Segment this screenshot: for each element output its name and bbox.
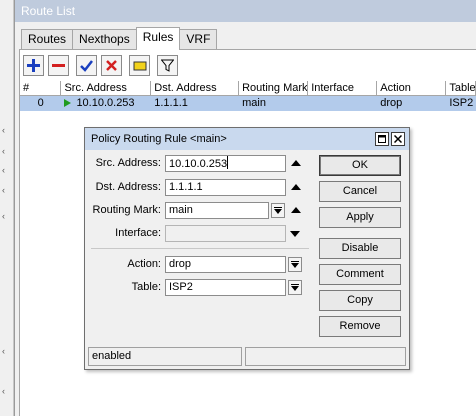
dialog-title-bar[interactable]: Policy Routing Rule <main>: [85, 128, 409, 150]
chevron-down-icon: [274, 206, 282, 214]
chevron-down-icon: [291, 283, 299, 291]
row-src-value: 10.10.0.253: [76, 97, 135, 109]
tab-vrf[interactable]: VRF: [179, 29, 218, 50]
table-header: # Src. Address Dst. Address Routing Mark…: [20, 81, 476, 96]
table-label: Table:: [131, 281, 161, 293]
apply-button[interactable]: Apply: [319, 207, 401, 228]
chevron-down-icon: [290, 230, 300, 237]
routing-mark-row: Routing Mark:: [85, 202, 161, 219]
left-edge-tick: ‹: [2, 125, 5, 135]
column-header-table[interactable]: Table: [446, 81, 476, 96]
routing-mark-label: Routing Mark:: [92, 204, 161, 216]
disable-rule-button[interactable]: Disable: [319, 238, 401, 259]
dst-address-field[interactable]: 1.1.1.1: [165, 179, 286, 196]
text-caret: [227, 156, 229, 169]
maximize-button[interactable]: [375, 132, 389, 146]
left-edge-tick: ‹: [2, 346, 5, 356]
x-icon: [106, 60, 117, 71]
status-enabled: enabled: [88, 347, 242, 366]
src-address-field[interactable]: 10.10.0.253: [165, 155, 286, 172]
left-edge-tick: ‹: [2, 146, 5, 156]
dialog-title-buttons: [375, 132, 405, 146]
left-edge-tick: ‹: [2, 165, 5, 175]
policy-routing-rule-dialog: Policy Routing Rule <main> Src. Address:…: [84, 127, 410, 370]
dst-address-row: Dst. Address:: [85, 179, 161, 196]
tab-strip: Routes Nexthops Rules VRF: [21, 27, 218, 50]
column-header-src-address[interactable]: Src. Address: [61, 81, 152, 96]
tab-nexthops[interactable]: Nexthops: [72, 29, 137, 50]
cancel-button[interactable]: Cancel: [319, 181, 401, 202]
check-icon: [80, 60, 93, 72]
routing-mark-select[interactable]: main: [165, 202, 269, 219]
chevron-down-icon: [291, 260, 299, 268]
tab-routes[interactable]: Routes: [21, 29, 74, 50]
table-row[interactable]: 0 10.10.0.253 1.1.1.1 main drop ISP2: [20, 96, 476, 111]
row-action: drop: [380, 97, 403, 109]
table-row-field: Table:: [85, 279, 161, 296]
remove-rule-button[interactable]: Remove: [319, 316, 401, 337]
column-header-routing-mark[interactable]: Routing Mark: [239, 81, 309, 96]
table-select[interactable]: ISP2: [165, 279, 286, 296]
interface-dropdown-button[interactable]: [288, 226, 302, 241]
src-address-collapse-icon[interactable]: [291, 160, 301, 166]
comment-button[interactable]: [129, 55, 150, 76]
comment-icon: [133, 61, 146, 70]
action-dropdown-button[interactable]: [288, 257, 302, 272]
dst-address-label: Dst. Address:: [95, 181, 161, 193]
routing-mark-collapse-icon[interactable]: [291, 207, 301, 213]
rules-table: # Src. Address Dst. Address Routing Mark…: [20, 81, 476, 111]
dialog-status-bar: enabled: [88, 347, 406, 366]
disable-button[interactable]: [101, 55, 122, 76]
tab-rules[interactable]: Rules: [135, 27, 181, 50]
column-header-action[interactable]: Action: [377, 81, 447, 96]
src-address-label: Src. Address:: [95, 157, 161, 169]
column-header-dst-address[interactable]: Dst. Address: [151, 81, 240, 96]
copy-button[interactable]: Copy: [319, 290, 401, 311]
separator: [91, 248, 309, 249]
toolbar: [23, 55, 178, 76]
column-header-num[interactable]: #: [20, 81, 62, 96]
table-dropdown-button[interactable]: [288, 280, 302, 295]
comment-rule-button[interactable]: Comment: [319, 264, 401, 285]
src-address-value: 10.10.0.253: [169, 158, 228, 170]
row-interface: [308, 96, 377, 111]
left-edge-tick: ‹: [2, 386, 5, 396]
interface-row: Interface:: [85, 225, 161, 242]
row-num: 0: [37, 97, 44, 109]
routing-mark-dropdown-button[interactable]: [271, 203, 285, 218]
action-label: Action:: [127, 258, 161, 270]
interface-label: Interface:: [115, 227, 161, 239]
minus-icon: [52, 64, 65, 67]
window-title: Route List: [15, 0, 476, 22]
status-extra: [245, 347, 406, 366]
interface-select[interactable]: [165, 225, 286, 242]
close-button[interactable]: [391, 132, 405, 146]
action-row: Action:: [85, 256, 161, 273]
dialog-title: Policy Routing Rule <main>: [91, 133, 227, 145]
row-table: ISP2: [449, 97, 474, 109]
row-src-address: 10.10.0.253: [61, 96, 151, 111]
maximize-icon: [378, 135, 386, 143]
add-button[interactable]: [23, 55, 44, 76]
row-dst-address: 1.1.1.1: [154, 97, 188, 109]
action-select[interactable]: drop: [165, 256, 286, 273]
enable-button[interactable]: [76, 55, 97, 76]
filter-icon: [161, 59, 174, 72]
dst-address-collapse-icon[interactable]: [291, 184, 301, 190]
close-icon: [394, 135, 402, 143]
ok-button[interactable]: OK: [319, 155, 401, 176]
plus-icon: [27, 59, 40, 72]
left-edge-tick: ‹: [2, 211, 5, 221]
src-address-row: Src. Address:: [85, 155, 161, 172]
filter-button[interactable]: [157, 55, 178, 76]
left-edge-tick: ‹: [2, 185, 5, 195]
left-edge-strip: ‹ ‹ ‹ ‹ ‹ ‹ ‹: [0, 0, 14, 416]
remove-button[interactable]: [48, 55, 69, 76]
row-routing-mark: main: [242, 97, 266, 109]
column-header-interface[interactable]: Interface: [308, 81, 378, 96]
active-arrow-icon: [64, 99, 72, 107]
